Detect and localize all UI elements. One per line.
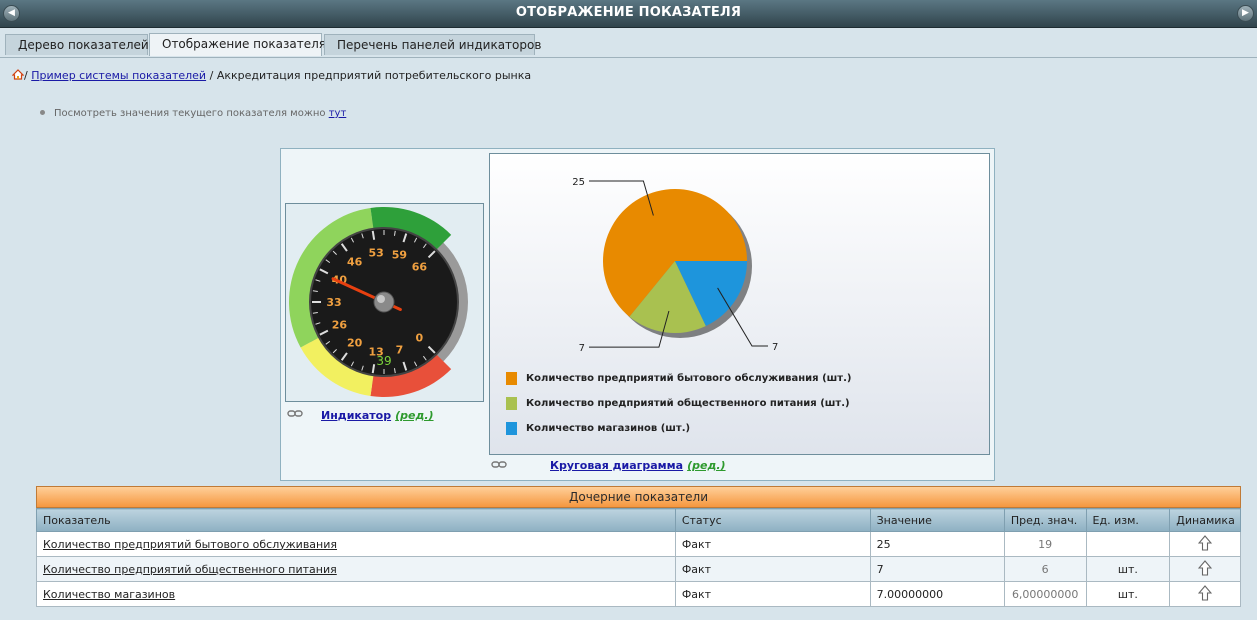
row-status: Факт (674, 581, 871, 607)
gauge-tick-label: 20 (347, 336, 363, 349)
tab-indicator-display[interactable]: Отображение показателя (149, 33, 326, 56)
gauge-tick-label: 7 (396, 344, 404, 357)
row-status: Факт (674, 531, 871, 557)
page-title: Отображение показателя (515, 5, 742, 20)
row-prev-value: 19 (1003, 531, 1087, 557)
row-unit: шт. (1085, 556, 1171, 582)
breadcrumb-link-system[interactable]: Пример системы показателей (31, 69, 206, 82)
row-indicator-name: Количество предприятий бытового обслужив… (36, 531, 676, 557)
tab-dashboard-list[interactable]: Перечень панелей индикаторов (324, 34, 541, 55)
pie-data-label: 7 (579, 343, 585, 354)
table-row[interactable]: Количество магазинов Факт 7.00000000 6,0000… (36, 581, 1241, 607)
pie-data-label: 7 (772, 342, 778, 353)
hint-link[interactable]: тут (329, 108, 347, 119)
col-header-value[interactable]: Значение (869, 508, 1005, 532)
gauge-tick (371, 230, 376, 240)
indicator-link[interactable]: Количество предприятий общественного пит… (43, 563, 337, 576)
collapse-right-icon[interactable]: ▶ (1237, 5, 1254, 22)
bullet-icon (40, 110, 45, 115)
gauge-tick-label: 0 (416, 331, 424, 344)
table-row[interactable]: Количество предприятий общественного пит… (36, 556, 1241, 582)
gauge-widget: 0 7 13 20 26 33 40 46 53 59 66 39 (285, 203, 484, 402)
row-indicator-name: Количество магазинов (36, 581, 676, 607)
gauge-chart: 0713202633404653 5966 39 (289, 207, 468, 397)
gauge-hub-highlight (377, 295, 385, 303)
table-caption: Дочерние показатели (36, 486, 1241, 508)
indicator-panel-link: Индикатор (ред.) (321, 409, 434, 422)
legend-swatch (506, 422, 517, 435)
legend-label: Количество предприятий бытового обслужив… (526, 373, 852, 384)
hint-text: Посмотреть значения текущего показателя … (54, 108, 326, 119)
title-bar: ◀ Отображение показателя ▶ (0, 0, 1257, 28)
breadcrumb-separator: / (24, 69, 28, 82)
tab-bar: Дерево показателей Отображение показател… (0, 28, 1257, 58)
arrow-up-icon[interactable] (1197, 534, 1213, 551)
row-prev-value: 6 (1003, 556, 1087, 582)
pie-widget: 25 7 7 Количество предприятий бытового обс… (489, 153, 990, 455)
legend-swatch (506, 372, 517, 385)
table-row[interactable]: Количество предприятий бытового обслужив… (36, 531, 1241, 557)
row-trend (1169, 531, 1241, 557)
gauge-tick-label: 53 (369, 247, 384, 260)
row-value: 25 (869, 531, 1005, 557)
row-unit (1085, 531, 1171, 557)
child-indicators-table: Дочерние показатели Показатель Статус Зн… (36, 486, 1241, 607)
col-header-trend[interactable]: Динамика (1169, 508, 1241, 532)
col-header-indicator[interactable]: Показатель (36, 508, 676, 532)
row-indicator-name: Количество предприятий общественного пит… (36, 556, 676, 582)
breadcrumb: / Пример системы показателей / Аккредита… (11, 69, 532, 83)
gauge-hub (373, 291, 395, 313)
indicator-name-link[interactable]: Индикатор (321, 409, 391, 422)
legend-item-catering: Количество предприятий общественного пит… (506, 397, 850, 410)
legend-label: Количество предприятий общественного пит… (526, 398, 850, 409)
col-header-status[interactable]: Статус (674, 508, 871, 532)
breadcrumb-separator: / (209, 69, 214, 82)
row-unit: шт. (1085, 581, 1171, 607)
row-prev-value: 6,00000000 (1003, 581, 1087, 607)
home-icon[interactable] (11, 69, 25, 83)
breadcrumb-current: Аккредитация предприятий потребительског… (216, 69, 532, 82)
row-value: 7.00000000 (869, 581, 1005, 607)
table-header-row: Показатель Статус Значение Пред. знач. Е… (36, 508, 1241, 532)
chain-link-icon (287, 410, 303, 417)
col-header-unit[interactable]: Ед. изм. (1085, 508, 1171, 532)
gauge-tick-label: 26 (332, 319, 348, 332)
legend-item-shops: Количество магазинов (шт.) (506, 422, 691, 435)
gauge-tick-label: 59 (392, 248, 407, 261)
indicator-link[interactable]: Количество магазинов (43, 588, 175, 601)
pie-data-label: 25 (572, 177, 585, 188)
pie-edit-link[interactable]: (ред.) (687, 459, 725, 472)
legend-item-household: Количество предприятий бытового обслужив… (506, 372, 852, 385)
arrow-up-icon[interactable] (1197, 559, 1213, 576)
gauge-tick (371, 364, 376, 374)
gauge-tick-label: 46 (347, 256, 363, 269)
pie-name-link[interactable]: Круговая диаграмма (550, 459, 683, 472)
legend-label: Количество магазинов (шт.) (526, 423, 691, 434)
tab-indicator-tree[interactable]: Дерево показателей (5, 34, 149, 55)
row-trend (1169, 556, 1241, 582)
indicator-link[interactable]: Количество предприятий бытового обслужив… (43, 538, 337, 551)
pie-chart: 25 7 7 (572, 177, 778, 354)
gauge-tick-label: 33 (326, 296, 341, 309)
pie-panel-link: Круговая диаграмма (ред.) (550, 459, 726, 472)
col-header-prev[interactable]: Пред. знач. (1003, 508, 1087, 532)
row-value: 7 (869, 556, 1005, 582)
gauge-value-label: 39 (376, 354, 391, 368)
row-status: Факт (674, 556, 871, 582)
arrow-up-icon[interactable] (1197, 584, 1213, 601)
indicator-edit-link[interactable]: (ред.) (395, 409, 433, 422)
row-trend (1169, 581, 1241, 607)
legend-swatch (506, 397, 517, 410)
hint-line: Посмотреть значения текущего показателя … (40, 108, 346, 119)
chain-link-icon (491, 461, 507, 468)
gauge-tick-label: 66 (412, 261, 428, 274)
